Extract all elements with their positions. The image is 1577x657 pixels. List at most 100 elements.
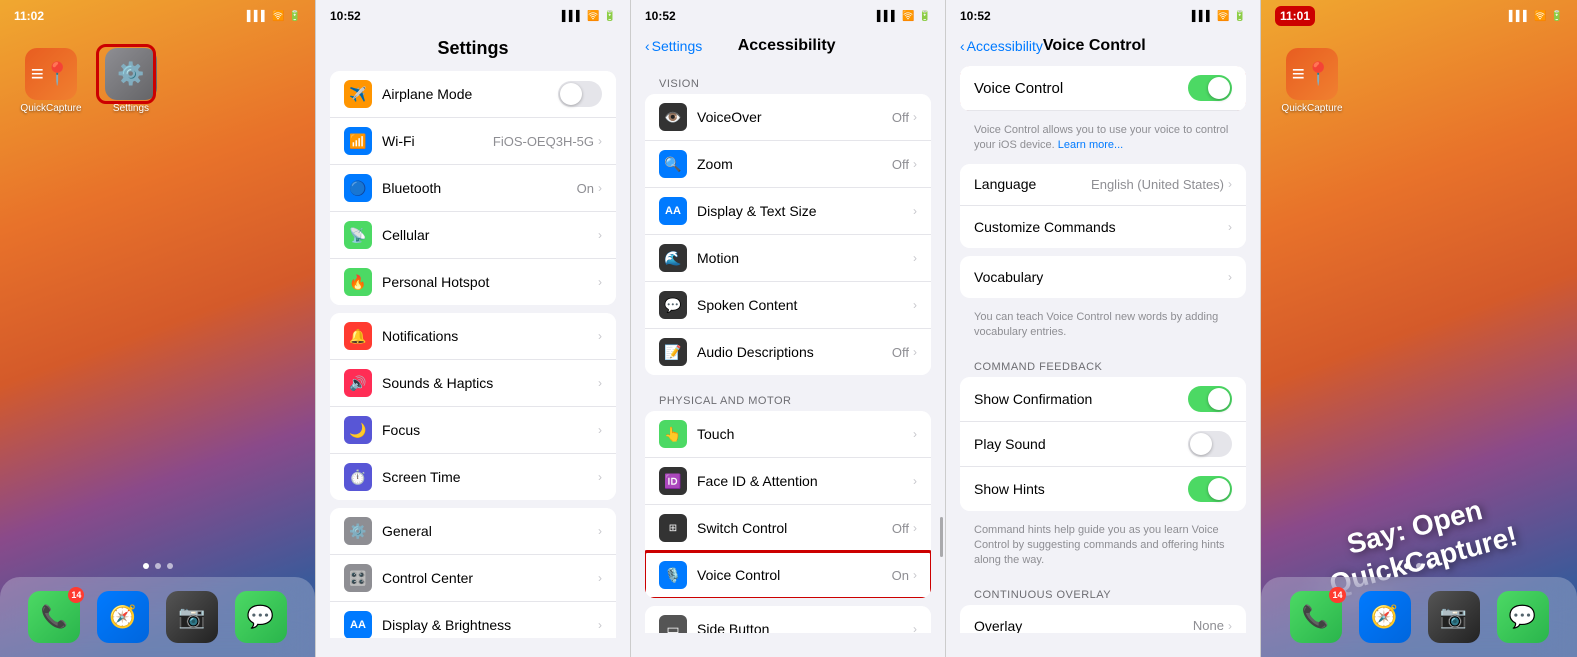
spoken-label: Spoken Content: [697, 297, 913, 313]
dock-1: 📞 14 🧭 📷 💬: [0, 577, 315, 657]
settings-group-notifications: 🔔 Notifications › 🔊 Sounds & Haptics › 🌙…: [330, 313, 616, 500]
row-sounds[interactable]: 🔊 Sounds & Haptics ›: [330, 360, 616, 407]
accessibility-panel: 10:52 ▌▌▌ 🛜 🔋 ‹ Settings Accessibility V…: [630, 0, 945, 657]
app-quickcapture-2[interactable]: ≡📍 QuickCapture: [1281, 48, 1343, 114]
faceid-label: Face ID & Attention: [697, 473, 913, 489]
row-switch[interactable]: ⊞ Switch Control Off ›: [645, 505, 931, 552]
row-play-sound[interactable]: Play Sound: [960, 422, 1246, 467]
app-row-1: ≡📍 QuickCapture ⚙️ Settings: [20, 48, 295, 114]
row-touch[interactable]: 👆 Touch ›: [645, 411, 931, 458]
cmd-feedback-header: COMMAND FEEDBACK: [946, 351, 1260, 377]
row-display[interactable]: AA Display & Brightness ›: [330, 602, 616, 638]
row-vc-main[interactable]: Voice Control: [960, 66, 1246, 111]
voice-control-icon: 🎙️: [659, 561, 687, 589]
app-settings[interactable]: ⚙️ Settings: [100, 48, 162, 114]
dock-safari-2[interactable]: 🧭: [1359, 591, 1411, 643]
vocabulary-label: Vocabulary: [974, 269, 1228, 285]
show-confirm-label: Show Confirmation: [974, 391, 1188, 407]
dock-messages[interactable]: 💬: [235, 591, 287, 643]
home-app-grid: ≡📍 QuickCapture ⚙️ Settings: [0, 28, 315, 124]
row-show-confirm[interactable]: Show Confirmation: [960, 377, 1246, 422]
row-wifi[interactable]: 📶 Wi-Fi FiOS-OEQ3H-5G ›: [330, 118, 616, 165]
row-screentime[interactable]: ⏱️ Screen Time ›: [330, 454, 616, 500]
physical-group: 👆 Touch › 🆔 Face ID & Attention › ⊞ Swit…: [645, 411, 931, 598]
dock-safari[interactable]: 🧭: [97, 591, 149, 643]
scrollbar: [940, 517, 943, 557]
row-spoken[interactable]: 💬 Spoken Content ›: [645, 282, 931, 329]
row-focus[interactable]: 🌙 Focus ›: [330, 407, 616, 454]
back-accessibility[interactable]: ‹ Accessibility: [960, 38, 1043, 54]
vision-header: VISION: [631, 66, 945, 94]
hints-description: Command hints help guide you as you lear…: [946, 519, 1260, 579]
overlay-chevron: ›: [1228, 619, 1232, 633]
voiceover-icon: 👁️: [659, 103, 687, 131]
audio-desc-label: Audio Descriptions: [697, 344, 892, 360]
dock-camera[interactable]: 📷: [166, 591, 218, 643]
dock-phone-2[interactable]: 📞 14: [1290, 591, 1342, 643]
show-hints-toggle[interactable]: [1188, 476, 1232, 502]
voice-control-chevron: ›: [913, 568, 917, 582]
row-voiceover[interactable]: 👁️ VoiceOver Off ›: [645, 94, 931, 141]
row-vocabulary[interactable]: Vocabulary ›: [960, 256, 1246, 298]
dock-messages-2[interactable]: 💬: [1497, 591, 1549, 643]
qc-icon-glyph: ≡📍: [31, 61, 71, 87]
safari-glyph-2: 🧭: [1371, 604, 1398, 630]
time-3: 10:52: [645, 9, 676, 23]
row-voice-control[interactable]: 🎙️ Voice Control On ›: [645, 552, 931, 598]
vc-main-toggle[interactable]: [1188, 75, 1232, 101]
app-label-qc-2: QuickCapture: [1281, 103, 1342, 114]
app-row-home2: ≡📍 QuickCapture: [1281, 48, 1557, 114]
wifi-icon-2: 🛜: [587, 11, 599, 22]
zoom-icon: 🔍: [659, 150, 687, 178]
wifi-icon-3: 🛜: [902, 11, 914, 22]
row-cellular[interactable]: 📡 Cellular ›: [330, 212, 616, 259]
zoom-label: Zoom: [697, 156, 892, 172]
row-motion[interactable]: 🌊 Motion ›: [645, 235, 931, 282]
voiceover-label: VoiceOver: [697, 109, 892, 125]
settings-panel: 10:52 ▌▌▌ 🛜 🔋 Settings ✈️ Airplane Mode …: [315, 0, 630, 657]
row-overlay[interactable]: Overlay None ›: [960, 605, 1246, 633]
row-audio-desc[interactable]: 📝 Audio Descriptions Off ›: [645, 329, 931, 375]
control-label: Control Center: [382, 570, 598, 586]
learn-more-link[interactable]: Learn more...: [1058, 139, 1123, 151]
time-2: 10:52: [330, 9, 361, 23]
voice-control-panel: 10:52 ▌▌▌ 🛜 🔋 ‹ Accessibility Voice Cont…: [945, 0, 1260, 657]
voiceover-value: Off: [892, 110, 909, 125]
row-customize[interactable]: Customize Commands ›: [960, 206, 1246, 248]
row-side-button[interactable]: ▭ Side Button ›: [645, 606, 931, 633]
row-notifications[interactable]: 🔔 Notifications ›: [330, 313, 616, 360]
voice-control-label: Voice Control: [697, 567, 892, 583]
back-settings[interactable]: ‹ Settings: [645, 38, 702, 54]
row-show-hints[interactable]: Show Hints: [960, 467, 1246, 511]
row-zoom[interactable]: 🔍 Zoom Off ›: [645, 141, 931, 188]
messages-glyph: 💬: [247, 604, 274, 630]
row-control[interactable]: 🎛️ Control Center ›: [330, 555, 616, 602]
row-display-text[interactable]: AA Display & Text Size ›: [645, 188, 931, 235]
row-faceid[interactable]: 🆔 Face ID & Attention ›: [645, 458, 931, 505]
quickcapture-icon: ≡📍: [25, 48, 77, 100]
row-bluetooth[interactable]: 🔵 Bluetooth On ›: [330, 165, 616, 212]
switch-label: Switch Control: [697, 520, 892, 536]
battery-icon-3: 🔋: [919, 11, 931, 22]
signal-icon-2: ▌▌▌: [562, 11, 583, 22]
show-confirm-toggle[interactable]: [1188, 386, 1232, 412]
switch-icon: ⊞: [659, 514, 687, 542]
motion-chevron: ›: [913, 251, 917, 265]
settings-title: Settings: [316, 28, 630, 71]
camera-glyph-2: 📷: [1440, 604, 1467, 630]
dock-phone[interactable]: 📞 14: [28, 591, 80, 643]
sounds-label: Sounds & Haptics: [382, 375, 598, 391]
notif-chevron: ›: [598, 329, 602, 343]
app-quickcapture[interactable]: ≡📍 QuickCapture: [20, 48, 82, 114]
airplane-toggle[interactable]: [558, 81, 602, 107]
row-airplane[interactable]: ✈️ Airplane Mode: [330, 71, 616, 118]
signal-icon-5: ▌▌▌: [1509, 11, 1530, 22]
row-language[interactable]: Language English (United States) ›: [960, 164, 1246, 206]
accessibility-nav-title: Accessibility: [702, 37, 871, 55]
row-hotspot[interactable]: 🔥 Personal Hotspot ›: [330, 259, 616, 305]
dock-camera-2[interactable]: 📷: [1428, 591, 1480, 643]
language-chevron: ›: [1228, 177, 1232, 191]
control-icon: 🎛️: [344, 564, 372, 592]
play-sound-toggle[interactable]: [1188, 431, 1232, 457]
row-general[interactable]: ⚙️ General ›: [330, 508, 616, 555]
